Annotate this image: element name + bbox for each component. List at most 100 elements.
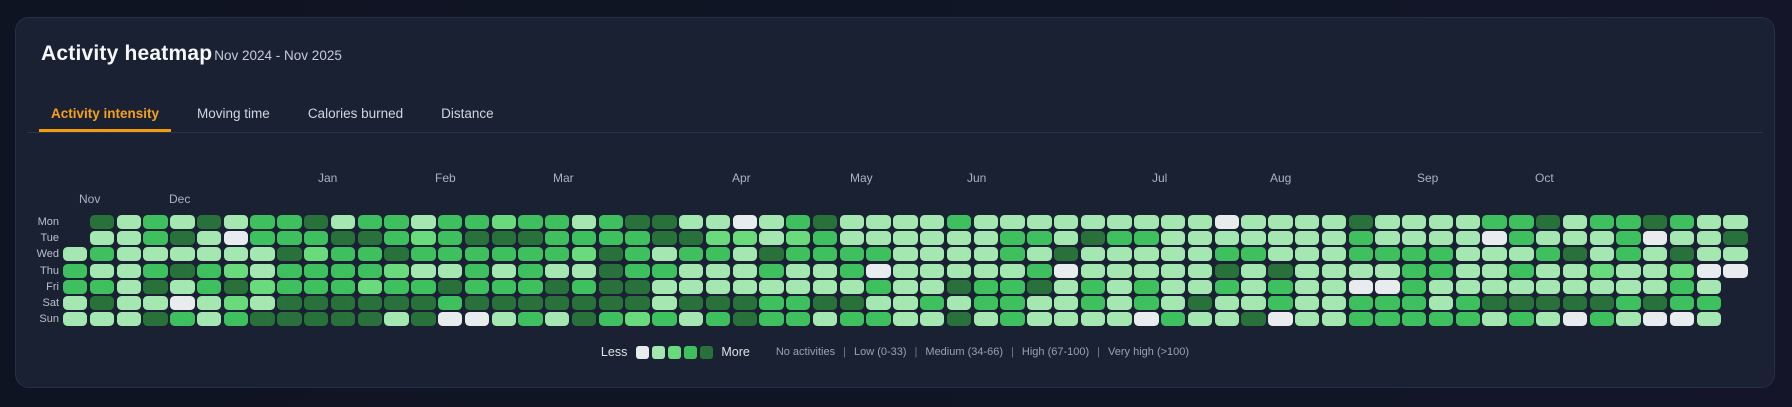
heatmap-cell[interactable] <box>1428 312 1454 327</box>
heatmap-cell[interactable] <box>116 295 141 310</box>
heatmap-cell[interactable] <box>491 295 516 310</box>
heatmap-cell[interactable] <box>1294 279 1320 294</box>
heatmap-cell[interactable] <box>1535 247 1561 262</box>
heatmap-cell[interactable] <box>652 231 677 246</box>
heatmap-cell[interactable] <box>491 215 516 229</box>
heatmap-cell[interactable] <box>732 295 757 310</box>
heatmap-cell[interactable] <box>1214 247 1239 262</box>
heatmap-cell[interactable] <box>1294 263 1320 278</box>
heatmap-cell[interactable] <box>1000 215 1025 229</box>
heatmap-cell[interactable] <box>1669 247 1695 262</box>
heatmap-cell[interactable] <box>759 312 784 327</box>
heatmap-cell[interactable] <box>1669 263 1695 278</box>
heatmap-cell[interactable] <box>1643 247 1668 262</box>
heatmap-cell[interactable] <box>304 263 329 278</box>
heatmap-cell[interactable] <box>1723 263 1748 278</box>
heatmap-cell[interactable] <box>63 263 88 278</box>
heatmap-cell[interactable] <box>571 263 597 278</box>
heatmap-cell[interactable] <box>1696 312 1722 327</box>
heatmap-cell[interactable] <box>1268 263 1293 278</box>
heatmap-cell[interactable] <box>384 247 409 262</box>
heatmap-cell[interactable] <box>1589 231 1614 246</box>
heatmap-cell[interactable] <box>678 215 704 229</box>
heatmap-cell[interactable] <box>1321 247 1347 262</box>
heatmap-cell[interactable] <box>1589 312 1614 327</box>
heatmap-cell[interactable] <box>1616 215 1641 229</box>
heatmap-cell[interactable] <box>1161 247 1186 262</box>
heatmap-cell[interactable] <box>839 231 865 246</box>
heatmap-cell[interactable] <box>170 279 195 294</box>
heatmap-cell[interactable] <box>1482 247 1507 262</box>
heatmap-cell[interactable] <box>1723 231 1748 246</box>
heatmap-cell[interactable] <box>786 231 811 246</box>
heatmap-cell[interactable] <box>1589 279 1614 294</box>
heatmap-cell[interactable] <box>786 247 811 262</box>
heatmap-cell[interactable] <box>1562 231 1588 246</box>
heatmap-cell[interactable] <box>545 295 570 310</box>
tab-calories-burned[interactable]: Calories burned <box>296 98 415 132</box>
heatmap-cell[interactable] <box>973 295 998 310</box>
heatmap-cell[interactable] <box>518 279 543 294</box>
heatmap-cell[interactable] <box>625 231 650 246</box>
heatmap-cell[interactable] <box>1348 312 1373 327</box>
heatmap-cell[interactable] <box>920 295 945 310</box>
heatmap-cell[interactable] <box>1402 231 1427 246</box>
heatmap-cell[interactable] <box>1187 215 1213 229</box>
heatmap-cell[interactable] <box>866 247 891 262</box>
heatmap-cell[interactable] <box>598 231 624 246</box>
heatmap-cell[interactable] <box>1562 295 1588 310</box>
heatmap-cell[interactable] <box>1482 263 1507 278</box>
heatmap-cell[interactable] <box>652 295 677 310</box>
heatmap-cell[interactable] <box>1723 215 1748 229</box>
heatmap-cell[interactable] <box>1134 247 1159 262</box>
heatmap-cell[interactable] <box>545 312 570 327</box>
heatmap-cell[interactable] <box>1268 312 1293 327</box>
heatmap-cell[interactable] <box>143 247 168 262</box>
heatmap-cell[interactable] <box>1643 263 1668 278</box>
heatmap-cell[interactable] <box>1616 279 1641 294</box>
heatmap-cell[interactable] <box>759 231 784 246</box>
heatmap-cell[interactable] <box>1134 215 1159 229</box>
heatmap-cell[interactable] <box>1643 295 1668 310</box>
heatmap-cell[interactable] <box>1455 231 1481 246</box>
heatmap-cell[interactable] <box>1294 231 1320 246</box>
heatmap-cell[interactable] <box>1027 279 1052 294</box>
heatmap-cell[interactable] <box>1268 231 1293 246</box>
heatmap-cell[interactable] <box>411 279 436 294</box>
heatmap-cell[interactable] <box>170 247 195 262</box>
heatmap-cell[interactable] <box>866 279 891 294</box>
heatmap-cell[interactable] <box>1669 279 1695 294</box>
heatmap-cell[interactable] <box>357 247 382 262</box>
heatmap-cell[interactable] <box>1080 247 1106 262</box>
heatmap-cell[interactable] <box>705 247 731 262</box>
heatmap-cell[interactable] <box>652 312 677 327</box>
heatmap-cell[interactable] <box>1696 295 1722 310</box>
heatmap-cell[interactable] <box>1616 247 1641 262</box>
heatmap-cell[interactable] <box>1000 247 1025 262</box>
heatmap-cell[interactable] <box>1402 295 1427 310</box>
heatmap-cell[interactable] <box>920 263 945 278</box>
heatmap-cell[interactable] <box>143 263 168 278</box>
heatmap-cell[interactable] <box>1589 247 1614 262</box>
heatmap-cell[interactable] <box>196 279 222 294</box>
heatmap-cell[interactable] <box>143 279 168 294</box>
heatmap-cell[interactable] <box>786 279 811 294</box>
heatmap-cell[interactable] <box>705 279 731 294</box>
heatmap-cell[interactable] <box>1482 231 1507 246</box>
heatmap-cell[interactable] <box>1107 231 1132 246</box>
heatmap-cell[interactable] <box>357 312 382 327</box>
heatmap-cell[interactable] <box>411 247 436 262</box>
heatmap-cell[interactable] <box>1268 215 1293 229</box>
heatmap-cell[interactable] <box>1428 215 1454 229</box>
heatmap-cell[interactable] <box>973 247 998 262</box>
heatmap-cell[interactable] <box>1000 295 1025 310</box>
heatmap-cell[interactable] <box>1375 263 1400 278</box>
heatmap-cell[interactable] <box>304 279 329 294</box>
heatmap-cell[interactable] <box>893 247 918 262</box>
heatmap-cell[interactable] <box>464 263 490 278</box>
heatmap-cell[interactable] <box>1161 295 1186 310</box>
heatmap-cell[interactable] <box>196 247 222 262</box>
heatmap-cell[interactable] <box>1616 312 1641 327</box>
heatmap-cell[interactable] <box>759 215 784 229</box>
heatmap-cell[interactable] <box>759 295 784 310</box>
